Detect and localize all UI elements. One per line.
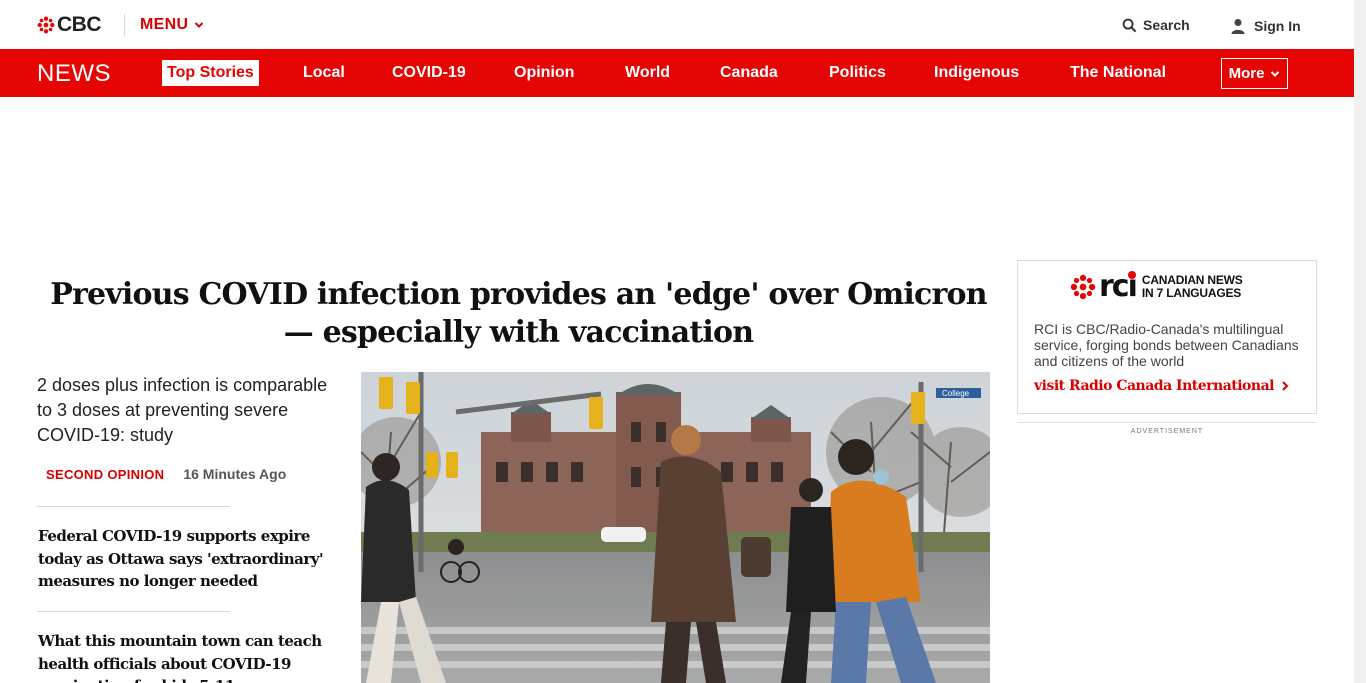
tab-label: Canada: [720, 64, 778, 81]
search-button[interactable]: Search: [1122, 15, 1190, 35]
rci-dot: [1127, 271, 1136, 279]
rci-logo[interactable]: rci CANADIAN NEWS IN 7 LANGUAGES: [1070, 271, 1243, 302]
rci-link-label: visit Radio Canada International: [1034, 378, 1274, 394]
lead-tag[interactable]: SECOND OPINION: [46, 467, 164, 482]
tab-label: COVID-19: [392, 64, 466, 81]
menu-button[interactable]: MENU: [140, 14, 204, 36]
tab-politics[interactable]: Politics: [829, 49, 886, 97]
chevron-right-icon: [1282, 381, 1289, 391]
divider: [124, 14, 125, 36]
menu-label: MENU: [140, 16, 189, 33]
hero-image[interactable]: College: [361, 372, 990, 683]
search-label: Search: [1143, 17, 1190, 33]
cbc-gem-icon: [1070, 274, 1096, 300]
ad-space: [0, 97, 1354, 257]
user-icon: [1231, 19, 1245, 34]
rci-promo: rci CANADIAN NEWS IN 7 LANGUAGES RCI is …: [1017, 260, 1317, 414]
tab-top-stories[interactable]: Top Stories: [162, 49, 259, 97]
lead-headline[interactable]: Previous COVID infection provides an 'ed…: [40, 276, 997, 352]
tab-label: Opinion: [514, 64, 575, 81]
rci-description: RCI is CBC/Radio-Canada's multilingual s…: [1034, 321, 1299, 369]
street-sign-text: College: [942, 389, 970, 398]
tab-label: Local: [303, 64, 345, 81]
tab-label: The National: [1070, 64, 1167, 81]
tab-label: World: [625, 64, 671, 81]
sign-in-label: Sign In: [1254, 18, 1301, 34]
tab-label: Indigenous: [934, 64, 1020, 81]
divider: [1017, 422, 1317, 423]
rci-tagline: CANADIAN NEWS IN 7 LANGUAGES: [1142, 274, 1243, 300]
tab-opinion[interactable]: Opinion: [514, 49, 574, 97]
tab-label: Top Stories: [162, 60, 259, 86]
tab-the-national[interactable]: The National: [1070, 49, 1166, 97]
hero-photo: College: [361, 372, 990, 683]
search-icon: [1122, 18, 1137, 32]
tab-world[interactable]: World: [625, 49, 670, 97]
top-bar: CBC MENU Search Sign In: [0, 0, 1354, 49]
divider: [37, 506, 230, 507]
lead-meta: SECOND OPINION 16 Minutes Ago: [46, 466, 286, 482]
news-brand[interactable]: NEWS: [37, 60, 111, 88]
list-item[interactable]: Federal COVID-19 supports expire today a…: [38, 525, 333, 593]
lead-summary[interactable]: 2 doses plus infection is comparable to …: [37, 373, 342, 448]
cbc-logo[interactable]: CBC: [37, 13, 102, 36]
cbc-gem-icon: [37, 16, 55, 34]
chevron-down-icon: [1271, 70, 1280, 77]
chevron-down-icon: [195, 22, 204, 28]
list-item[interactable]: What this mountain town can teach health…: [38, 630, 333, 683]
more-label: More: [1228, 65, 1265, 82]
sign-in-button[interactable]: Sign In: [1230, 15, 1301, 37]
tab-canada[interactable]: Canada: [720, 49, 778, 97]
scrollbar[interactable]: [1354, 0, 1366, 683]
tab-indigenous[interactable]: Indigenous: [934, 49, 1019, 97]
rci-tagline-line: IN 7 LANGUAGES: [1141, 286, 1242, 300]
tab-label: Politics: [829, 64, 886, 81]
tab-covid-19[interactable]: COVID-19: [392, 49, 466, 97]
cbc-logo-text: CBC: [57, 13, 102, 36]
rci-link[interactable]: visit Radio Canada International: [1034, 378, 1289, 394]
news-nav-bar: NEWS Top Stories Local COVID-19 Opinion …: [0, 49, 1354, 97]
rci-wordmark: rci: [1099, 271, 1138, 302]
divider: [37, 611, 230, 612]
tab-local[interactable]: Local: [303, 49, 345, 97]
lead-timestamp: 16 Minutes Ago: [183, 466, 287, 482]
more-button[interactable]: More: [1221, 58, 1288, 89]
advertisement-label: ADVERTISEMENT: [1130, 428, 1204, 435]
